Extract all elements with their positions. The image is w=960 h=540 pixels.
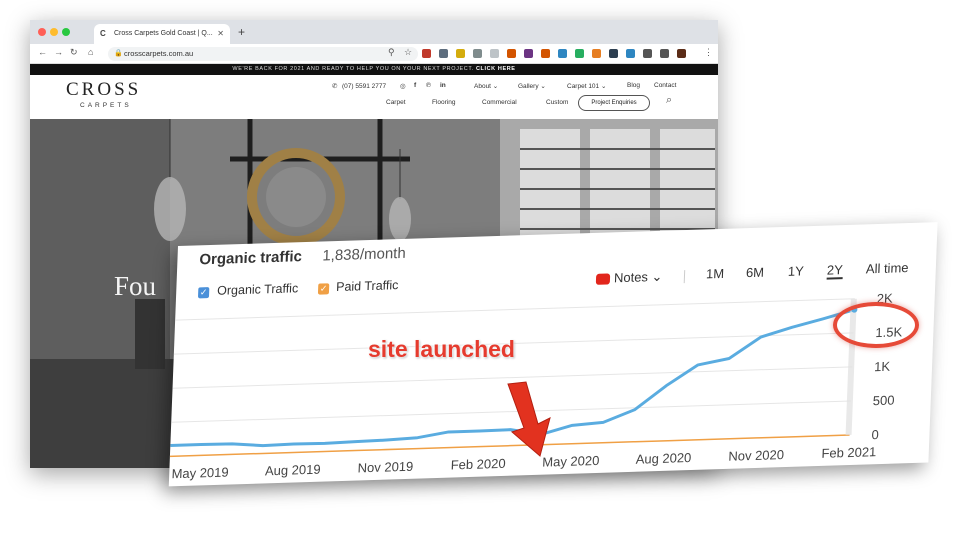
range-2y[interactable]: 2Y [826, 262, 844, 280]
browser-tab[interactable]: C Cross Carpets Gold Coast | Q... ✕ [94, 24, 230, 44]
maximize-window-button[interactable] [62, 28, 70, 36]
close-window-button[interactable] [38, 28, 46, 36]
nav-custom[interactable]: Custom [546, 99, 568, 106]
gridline [175, 298, 855, 321]
browser-extension-icon[interactable] [558, 49, 567, 58]
forward-arrow-icon[interactable]: → [54, 47, 63, 57]
x-tick-label: Feb 2020 [450, 456, 505, 473]
phone-icon: ✆ [332, 83, 338, 90]
nav-blog[interactable]: Blog [627, 82, 640, 89]
legend-paid-traffic[interactable]: Paid Traffic [336, 278, 399, 294]
facebook-icon[interactable]: f [414, 82, 416, 89]
search-icon[interactable]: ⌕ [666, 94, 672, 107]
browser-extension-icon[interactable] [541, 49, 550, 58]
lock-icon: 🔒 [114, 50, 123, 57]
menu-dots-icon[interactable]: ⋮ [704, 47, 713, 58]
zoom-search-icon[interactable]: ⚲ [388, 47, 395, 58]
paid-traffic-checkbox[interactable]: ✓ [317, 283, 330, 295]
notes-dropdown[interactable]: Notes ⌄ [594, 269, 663, 287]
x-tick-label: Aug 2020 [635, 450, 691, 467]
url-bar[interactable]: 🔒 crosscarpets.com.au [108, 47, 418, 61]
browser-extension-icon[interactable] [456, 49, 465, 58]
browser-extension-icon[interactable] [643, 49, 652, 58]
nav-commercial[interactable]: Commercial [482, 99, 517, 106]
browser-extension-icon[interactable] [490, 49, 499, 58]
x-tick-label: Feb 2021 [821, 444, 876, 461]
toolbar-divider [683, 270, 686, 284]
organic-traffic-checkbox[interactable]: ✓ [197, 287, 210, 299]
bookmark-star-icon[interactable]: ☆ [404, 47, 412, 58]
reload-icon[interactable]: ↻ [70, 47, 78, 58]
screenshot-composite: C Cross Carpets Gold Coast | Q... ✕ + ← … [0, 0, 960, 540]
banner-text: WE'RE BACK FOR 2021 AND READY TO HELP YO… [232, 66, 474, 72]
new-tab-button[interactable]: + [238, 25, 245, 39]
site-header: CROSS CARPETS ✆ (07) 5591 2777 ◎ f ℗ in … [30, 75, 718, 119]
linkedin-icon[interactable]: in [440, 82, 446, 89]
browser-extension-icon[interactable] [626, 49, 635, 58]
tab-strip: C Cross Carpets Gold Coast | Q... ✕ + [30, 20, 718, 44]
x-tick-label: Nov 2019 [357, 459, 413, 476]
x-tick-label: May 2019 [171, 465, 229, 482]
browser-extension-icon[interactable] [592, 49, 601, 58]
highlight-circle [833, 302, 919, 348]
browser-extension-icon[interactable] [524, 49, 533, 58]
nav-about[interactable]: About ⌄ [474, 82, 498, 90]
tab-title: Cross Carpets Gold Coast | Q... [114, 30, 213, 37]
close-tab-icon[interactable]: ✕ [217, 29, 224, 38]
y-tick-label: 0 [871, 427, 879, 442]
nav-flooring[interactable]: Flooring [432, 99, 455, 106]
browser-extension-icon[interactable] [677, 49, 686, 58]
logo-wordmark[interactable]: CROSS [66, 79, 141, 101]
range-1m[interactable]: 1M [706, 266, 725, 282]
browser-extension-icon[interactable] [507, 49, 516, 58]
back-arrow-icon[interactable]: ← [38, 47, 47, 57]
x-tick-label: Aug 2019 [265, 462, 321, 479]
browser-extension-icon[interactable] [473, 49, 482, 58]
red-arrow-icon [507, 381, 551, 457]
notes-label: Notes ⌄ [613, 268, 663, 286]
panel-title: Organic traffic [199, 248, 303, 269]
browser-extension-icon[interactable] [609, 49, 618, 58]
panel-subtitle: 1,838/month [322, 244, 407, 265]
x-tick-label: Nov 2020 [728, 447, 784, 464]
pinterest-icon[interactable]: ℗ [426, 82, 431, 89]
legend-organic-traffic[interactable]: Organic Traffic [217, 281, 299, 298]
browser-extension-icon[interactable] [439, 49, 448, 58]
browser-extension-icon[interactable] [575, 49, 584, 58]
hero-heading: Fou [114, 271, 157, 301]
announcement-banner: WE'RE BACK FOR 2021 AND READY TO HELP YO… [30, 64, 718, 75]
minimize-window-button[interactable] [50, 28, 58, 36]
nav-gallery[interactable]: Gallery ⌄ [518, 82, 546, 90]
site-favicon-icon: C [100, 29, 106, 38]
browser-extension-icon[interactable] [422, 49, 431, 58]
y-tick-label: 500 [873, 393, 895, 409]
nav-carpet-101[interactable]: Carpet 101 ⌄ [567, 82, 606, 90]
range-all-time[interactable]: All time [866, 260, 909, 276]
nav-contact[interactable]: Contact [654, 82, 676, 89]
site-launched-annotation: site launched [368, 336, 515, 362]
url-text: crosscarpets.com.au [124, 49, 194, 58]
home-icon[interactable]: ⌂ [88, 47, 93, 57]
y-tick-label: 1K [874, 359, 891, 375]
address-toolbar: ← → ↻ ⌂ 🔒 crosscarpets.com.au ⚲ ☆ ⋮ [30, 44, 718, 64]
range-6m[interactable]: 6M [746, 265, 765, 281]
phone-number[interactable]: (07) 5591 2777 [342, 83, 386, 90]
range-1y[interactable]: 1Y [788, 263, 804, 279]
logo-subtitle: CARPETS [80, 102, 132, 109]
project-enquiries-button[interactable]: Project Enquiries [578, 95, 650, 111]
banner-link[interactable]: CLICK HERE [476, 66, 516, 72]
instagram-icon[interactable]: ◎ [400, 82, 406, 90]
browser-extension-icon[interactable] [660, 49, 669, 58]
nav-carpet[interactable]: Carpet [386, 99, 406, 106]
